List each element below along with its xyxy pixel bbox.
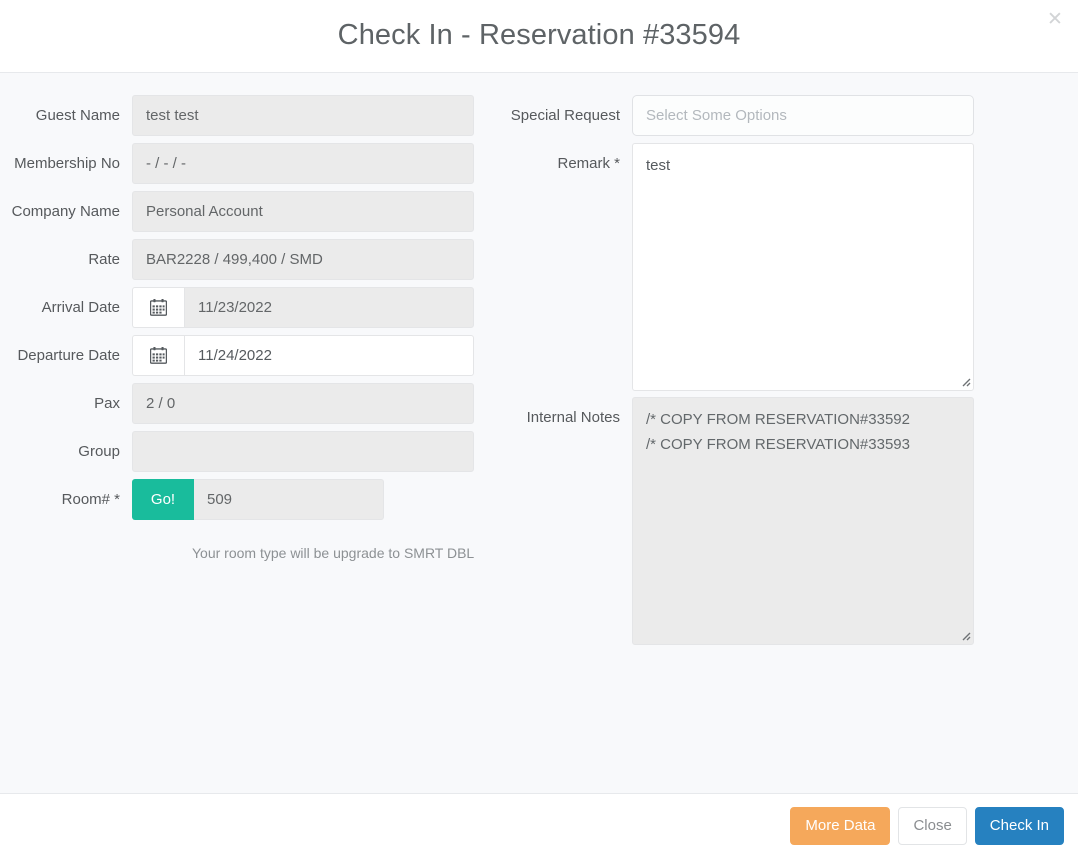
label-internal-notes: Internal Notes: [526, 409, 620, 426]
label-guest-name: Guest Name: [35, 107, 120, 124]
field-row-company-name: Company Name Personal Account: [0, 191, 510, 232]
more-data-button[interactable]: More Data: [790, 806, 891, 845]
departure-date-group: 11/24/2022: [132, 335, 474, 376]
right-form-column: Special Request Select Some Options Rema…: [510, 95, 1078, 665]
field-row-remark: Remark * test: [510, 143, 1078, 404]
page-title: Check In - Reservation #33594: [337, 18, 741, 51]
company-name-input[interactable]: Personal Account: [132, 191, 474, 232]
control-special-request: Select Some Options: [632, 95, 974, 136]
field-row-room-number: Room# * Go! 509: [0, 479, 510, 520]
membership-no-input[interactable]: - / - / -: [132, 143, 474, 184]
field-row-guest-name: Guest Name test test: [0, 95, 510, 136]
control-company-name: Personal Account: [132, 191, 474, 232]
control-rate: BAR2228 / 499,400 / SMD: [132, 239, 474, 280]
field-row-departure-date: Departure Date 11/24/2022: [0, 335, 510, 376]
control-remark: test: [632, 143, 974, 404]
label-arrival-date: Arrival Date: [41, 299, 120, 316]
field-row-membership-no: Membership No - / - / -: [0, 143, 510, 184]
control-membership-no: - / - / -: [132, 143, 474, 184]
label-group: Group: [78, 443, 120, 460]
field-row-special-request: Special Request Select Some Options: [510, 95, 1078, 136]
room-number-input[interactable]: 509: [194, 479, 384, 520]
label-pax: Pax: [94, 395, 120, 412]
label-room-number: Room# *: [61, 491, 120, 508]
check-in-modal: Check In - Reservation #33594 ✕ Guest Na…: [0, 0, 1078, 857]
departure-date-input[interactable]: 11/24/2022: [184, 335, 474, 376]
modal-header: Check In - Reservation #33594 ✕: [0, 0, 1078, 73]
control-group: [132, 431, 474, 472]
resize-handle-icon[interactable]: [959, 628, 972, 641]
room-number-group: Go! 509: [132, 479, 384, 520]
guest-name-input[interactable]: test test: [132, 95, 474, 136]
label-company-name: Company Name: [11, 203, 120, 220]
field-row-pax: Pax 2 / 0: [0, 383, 510, 424]
label-membership-no: Membership No: [14, 155, 120, 172]
check-in-button[interactable]: Check In: [974, 806, 1064, 845]
control-pax: 2 / 0: [132, 383, 474, 424]
field-row-group: Group: [0, 431, 510, 472]
room-upgrade-note: Your room type will be upgrade to SMRT D…: [192, 545, 475, 561]
go-button[interactable]: Go!: [132, 479, 194, 520]
close-icon[interactable]: ✕: [1042, 6, 1068, 32]
modal-footer: More Data Close Check In: [0, 793, 1078, 857]
remark-textarea[interactable]: test: [632, 143, 974, 391]
group-input[interactable]: [132, 431, 474, 472]
label-remark: Remark *: [557, 155, 620, 172]
arrival-date-group: 11/23/2022: [132, 287, 474, 328]
label-departure-date: Departure Date: [17, 347, 120, 364]
control-departure-date: 11/24/2022: [132, 335, 474, 376]
control-arrival-date: 11/23/2022: [132, 287, 474, 328]
resize-handle-icon[interactable]: [959, 374, 972, 387]
field-row-arrival-date: Arrival Date 11/23/2022: [0, 287, 510, 328]
calendar-icon[interactable]: [132, 335, 184, 376]
rate-input[interactable]: BAR2228 / 499,400 / SMD: [132, 239, 474, 280]
label-special-request: Special Request: [510, 107, 620, 124]
control-room-number: Go! 509: [132, 479, 384, 520]
arrival-date-input[interactable]: 11/23/2022: [184, 287, 474, 328]
field-row-rate: Rate BAR2228 / 499,400 / SMD: [0, 239, 510, 280]
modal-body: Guest Name test test Membership No - / -…: [0, 73, 1078, 793]
pax-input[interactable]: 2 / 0: [132, 383, 474, 424]
calendar-icon[interactable]: [132, 287, 184, 328]
close-button[interactable]: Close: [898, 806, 967, 845]
left-form-column: Guest Name test test Membership No - / -…: [0, 95, 510, 665]
control-internal-notes: /* COPY FROM RESERVATION#33592 /* COPY F…: [632, 397, 974, 658]
form-columns: Guest Name test test Membership No - / -…: [0, 95, 1078, 665]
internal-notes-textarea[interactable]: /* COPY FROM RESERVATION#33592 /* COPY F…: [632, 397, 974, 645]
field-row-internal-notes: Internal Notes /* COPY FROM RESERVATION#…: [510, 397, 1078, 658]
control-guest-name: test test: [132, 95, 474, 136]
label-rate: Rate: [88, 251, 120, 268]
special-request-select[interactable]: Select Some Options: [632, 95, 974, 136]
